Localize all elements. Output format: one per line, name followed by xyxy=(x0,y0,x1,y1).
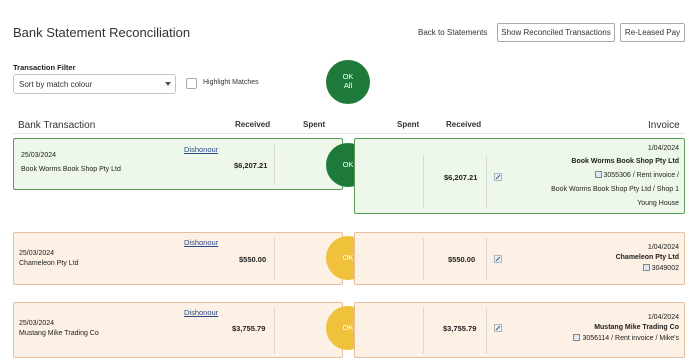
transaction-payee: Book Worms Book Shop Pty Ltd xyxy=(21,166,121,173)
transaction-payee: Mustang Mike Trading Co xyxy=(19,330,99,337)
invoice-reference: 3056114 / Rent invoice / Mike's xyxy=(573,334,679,342)
column-divider xyxy=(423,238,424,280)
edit-icon[interactable] xyxy=(494,255,502,263)
received-amount: $3,755.79 xyxy=(232,324,266,333)
transaction-filter-select[interactable]: Sort by match colour xyxy=(13,74,176,94)
match-received-amount: $550.00 xyxy=(448,255,476,264)
highlight-matches-checkbox[interactable] xyxy=(186,78,197,89)
bank-transaction-card[interactable] xyxy=(13,138,343,190)
invoice-date: 1/04/2024 xyxy=(647,314,679,321)
page-title: Bank Statement Reconciliation xyxy=(13,25,191,40)
match-received-amount: $6,207.21 xyxy=(444,173,478,182)
edit-icon[interactable] xyxy=(494,324,502,332)
invoice-customer: Mustang Mike Trading Co xyxy=(594,324,679,331)
column-divider xyxy=(486,156,487,208)
ok-all-button[interactable]: OK All xyxy=(326,60,370,104)
highlight-matches-label: Highlight Matches xyxy=(203,79,259,86)
invoice-ref-text: 3055306 / Rent invoice / xyxy=(603,172,680,179)
ok-label: OK xyxy=(342,159,354,169)
match-received-amount: $3,755.79 xyxy=(443,324,477,333)
release-pay-button[interactable]: Re-Leased Pay xyxy=(620,23,685,42)
invoice-checkbox-icon[interactable] xyxy=(642,264,650,271)
column-divider xyxy=(274,145,275,185)
invoice-ref-text: 3056114 / Rent invoice / Mike's xyxy=(582,335,679,342)
header-divider xyxy=(13,133,685,134)
ok-label: OK xyxy=(342,252,354,262)
invoice-header: Invoice xyxy=(648,120,680,131)
received-header-right: Received xyxy=(446,120,482,129)
invoice-reference: 3055306 / Rent invoice / xyxy=(594,171,680,179)
chevron-down-icon xyxy=(165,82,171,86)
dishonour-link[interactable]: Dishonour xyxy=(184,238,218,247)
transaction-filter-label: Transaction Filter xyxy=(13,63,76,72)
invoice-date: 1/04/2024 xyxy=(647,145,679,152)
bank-transaction-card[interactable] xyxy=(13,232,343,285)
column-divider xyxy=(423,308,424,354)
received-amount: $6,207.21 xyxy=(234,161,268,170)
invoice-checkbox-icon[interactable] xyxy=(594,171,602,178)
bank-transaction-header: Bank Transaction xyxy=(18,120,96,131)
spent-header-left: Spent xyxy=(303,120,326,129)
spent-header-right: Spent xyxy=(397,120,420,129)
invoice-reference: 3049002 xyxy=(642,264,679,272)
invoice-detail: Book Worms Book Shop Pty Ltd / Shop 1 xyxy=(551,186,679,193)
column-divider xyxy=(423,156,424,208)
column-divider xyxy=(486,238,487,280)
invoice-ref-text: 3049002 xyxy=(651,265,679,272)
received-header-left: Received xyxy=(235,120,271,129)
transaction-date: 25/03/2024 xyxy=(19,320,55,327)
transaction-date: 25/03/2024 xyxy=(21,152,57,159)
ok-all-sub: All xyxy=(343,81,353,90)
column-divider xyxy=(274,308,275,354)
invoice-customer: Chameleon Pty Ltd xyxy=(615,254,679,261)
transaction-payee: Chameleon Pty Ltd xyxy=(19,260,79,267)
invoice-detail-2: Young House xyxy=(637,200,679,207)
ok-label: OK xyxy=(342,322,354,332)
show-reconciled-button[interactable]: Show Reconciled Transactions xyxy=(497,23,615,42)
dishonour-link[interactable]: Dishonour xyxy=(184,308,218,317)
edit-icon[interactable] xyxy=(494,173,502,181)
invoice-checkbox-icon[interactable] xyxy=(573,334,581,341)
column-divider xyxy=(486,308,487,354)
dishonour-link[interactable]: Dishonour xyxy=(184,145,218,154)
invoice-date: 1/04/2024 xyxy=(647,244,679,251)
back-to-statements-link[interactable]: Back to Statements xyxy=(418,28,487,37)
invoice-customer: Book Worms Book Shop Pty Ltd xyxy=(571,158,679,165)
received-amount: $550.00 xyxy=(239,255,267,264)
select-value: Sort by match colour xyxy=(19,79,93,89)
column-divider xyxy=(274,238,275,280)
transaction-date: 25/03/2024 xyxy=(19,250,55,257)
